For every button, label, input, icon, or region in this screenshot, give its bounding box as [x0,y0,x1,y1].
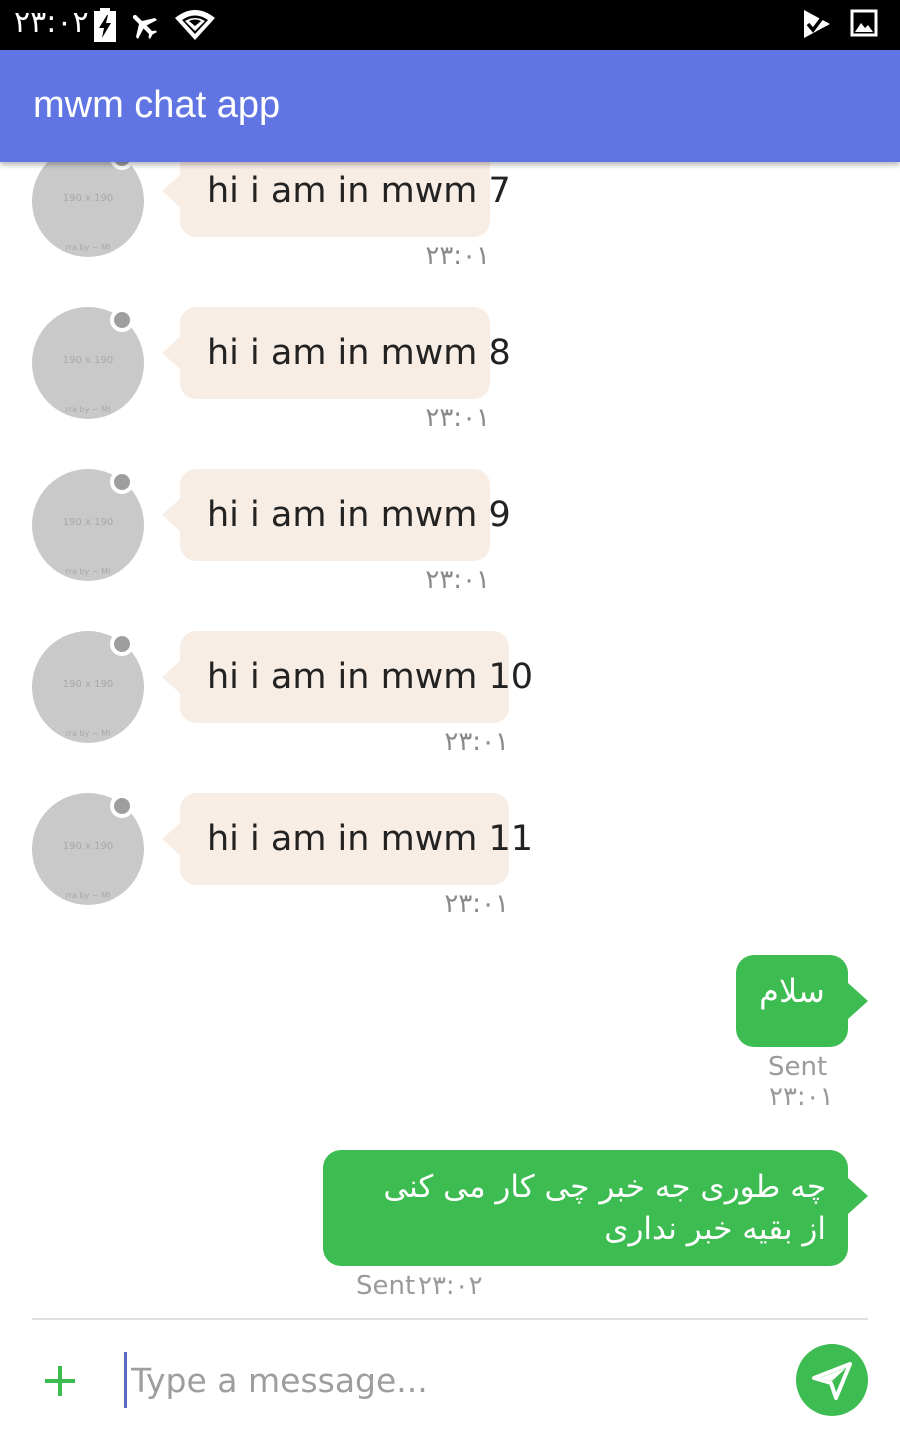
send-icon [796,1362,868,1419]
incoming-message: 190 x 190 rra by ~ MI hi i am in mwm 7 ۲… [0,162,900,307]
notification-check-icon [802,8,832,44]
message-status: Sent [356,1271,416,1301]
incoming-message-bubble[interactable]: hi i am in mwm 10 [162,631,533,723]
avatar-credit-text: rra by ~ MI [65,891,111,900]
app-title: mwm chat app [33,84,281,126]
avatar-credit-text: rra by ~ MI [65,243,111,252]
presence-dot [110,794,134,818]
message-time: ۲۳:۰۱ [444,727,509,757]
message-time: ۲۳:۰۱ [444,889,509,919]
message-time: ۲۳:۰۱ [769,1082,834,1112]
incoming-message-bubble[interactable]: hi i am in mwm 9 [162,469,511,561]
avatar-placeholder-label: 190 x 190 [62,841,114,852]
app-bar: mwm chat app [0,50,900,162]
message-status: Sent [768,1052,828,1082]
avatar-placeholder-label: 190 x 190 [62,193,114,204]
incoming-message: 190 x 190 rra by ~ MI hi i am in mwm 11 … [0,793,900,955]
outgoing-message-bubble[interactable]: چه طوری جه خبر چی کار می کنی از بقیه خبر… [323,1150,868,1266]
send-button[interactable] [796,1344,868,1416]
avatar-credit-text: rra by ~ MI [65,405,111,414]
incoming-message-bubble[interactable]: hi i am in mwm 8 [162,307,511,399]
avatar-credit-text: rra by ~ MI [65,567,111,576]
status-time: ۲۳:۰۲ [14,5,89,40]
plus-icon [34,1366,86,1415]
battery-charging-icon [92,8,118,46]
avatar-placeholder-label: 190 x 190 [62,517,114,528]
avatar-placeholder-label: 190 x 190 [62,355,114,366]
wifi-icon [174,8,216,46]
message-time: ۲۳:۰۱ [425,565,490,595]
airplane-mode-icon [126,8,162,46]
status-bar: ۲۳:۰۲ [0,0,900,50]
message-time: ۲۳:۰۲ [418,1271,483,1301]
chat-message-list[interactable]: 190 x 190 rra by ~ MI hi i am in mwm 7 ۲… [0,162,900,1318]
gallery-icon [850,8,878,42]
message-input[interactable] [124,1352,764,1408]
outgoing-message-text: چه طوری جه خبر چی کار می کنی [383,1169,826,1205]
outgoing-message-text: از بقیه خبر نداری [604,1211,826,1247]
presence-dot [110,308,134,332]
avatar-placeholder-label: 190 x 190 [62,679,114,690]
avatar[interactable]: 190 x 190 rra by ~ MI [32,162,144,257]
presence-dot [110,632,134,656]
presence-dot [110,470,134,494]
incoming-message-bubble[interactable]: hi i am in mwm 11 [162,793,533,885]
composer-divider [32,1318,868,1320]
incoming-message: 190 x 190 rra by ~ MI hi i am in mwm 9 ۲… [0,469,900,631]
message-time: ۲۳:۰۱ [425,403,490,433]
incoming-message: 190 x 190 rra by ~ MI hi i am in mwm 10 … [0,631,900,793]
add-attachment-button[interactable] [34,1352,86,1412]
outgoing-message-bubble[interactable]: سلام [736,955,868,1047]
outgoing-message-text: سلام [759,972,825,1010]
message-time: ۲۳:۰۱ [425,241,490,271]
avatar-credit-text: rra by ~ MI [65,729,111,738]
incoming-message-bubble[interactable]: hi i am in mwm 7 [162,162,511,237]
incoming-message: 190 x 190 rra by ~ MI hi i am in mwm 8 ۲… [0,307,900,469]
